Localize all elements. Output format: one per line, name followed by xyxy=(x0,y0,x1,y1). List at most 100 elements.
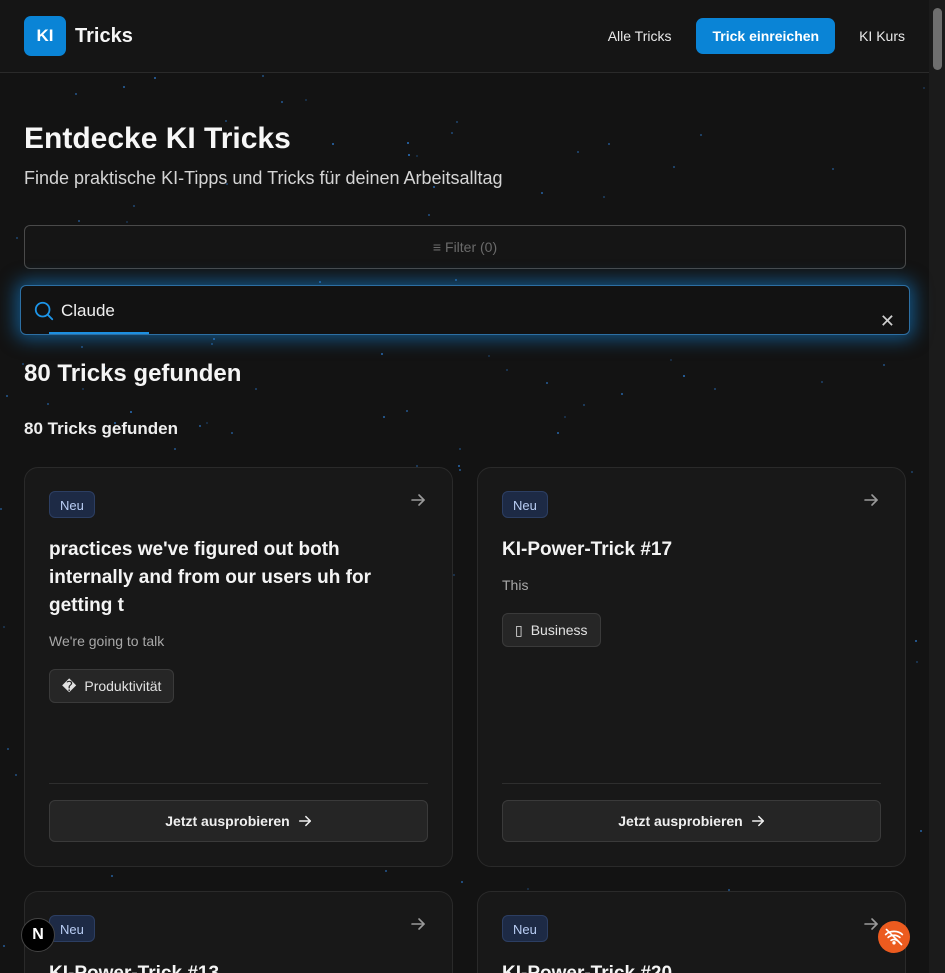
arrow-right-icon[interactable] xyxy=(410,492,426,508)
star-dot xyxy=(673,166,675,168)
trick-card[interactable]: Neu KI-Power-Trick #20 xyxy=(477,891,906,973)
arrow-right-icon[interactable] xyxy=(863,916,879,932)
star-dot xyxy=(506,369,508,371)
star-dot xyxy=(557,432,559,434)
new-badge: Neu xyxy=(49,915,95,942)
trick-card[interactable]: Neu KI-Power-Trick #13 xyxy=(24,891,453,973)
star-dot xyxy=(583,404,585,406)
star-dot xyxy=(130,411,132,413)
main-nav: Alle Tricks Trick einreichen KI Kurs xyxy=(608,18,905,54)
try-now-label: Jetzt ausprobieren xyxy=(618,813,743,829)
card-title[interactable]: KI-Power-Trick #20 xyxy=(502,960,882,973)
search-box[interactable]: ✕ xyxy=(20,285,910,335)
star-dot xyxy=(670,359,672,361)
star-dot xyxy=(700,134,702,136)
star-dot xyxy=(541,192,543,194)
star-dot xyxy=(231,432,233,434)
filter-label: Filter (0) xyxy=(445,239,498,255)
star-dot xyxy=(126,221,128,223)
brand-name[interactable]: Tricks xyxy=(75,25,133,48)
star-dot xyxy=(305,99,307,101)
arrow-right-icon[interactable] xyxy=(410,916,426,932)
star-dot xyxy=(3,626,5,628)
star-dot xyxy=(459,448,461,450)
star-dot xyxy=(15,774,17,776)
star-dot xyxy=(332,143,334,145)
card-title[interactable]: practices we've figured out both interna… xyxy=(49,536,429,620)
star-dot xyxy=(683,375,685,377)
search-icon xyxy=(34,301,54,321)
top-navbar: KI Tricks Alle Tricks Trick einreichen K… xyxy=(0,0,929,73)
star-dot xyxy=(603,196,605,198)
card-title[interactable]: KI-Power-Trick #13 xyxy=(49,960,429,973)
star-dot xyxy=(255,388,257,390)
star-dot xyxy=(154,77,156,79)
filter-button[interactable]: ≡ Filter (0) xyxy=(24,225,906,269)
scrollbar-thumb[interactable] xyxy=(933,8,942,70)
star-dot xyxy=(456,121,458,123)
card-title[interactable]: KI-Power-Trick #17 xyxy=(502,536,882,564)
star-dot xyxy=(199,425,201,427)
star-dot xyxy=(383,416,385,418)
results-count-subheading: 80 Tricks gefunden xyxy=(24,419,178,438)
trick-card[interactable]: Neu KI-Power-Trick #17 This ▯ Business J… xyxy=(477,467,906,867)
star-dot xyxy=(416,155,418,157)
page-scrollbar[interactable] xyxy=(929,0,945,973)
category-label: Produktivität xyxy=(84,678,162,694)
star-dot xyxy=(211,343,213,345)
star-dot xyxy=(564,416,566,418)
card-divider xyxy=(502,783,881,784)
arrow-right-icon xyxy=(298,815,311,827)
star-dot xyxy=(213,338,215,340)
star-dot xyxy=(281,101,283,103)
arrow-right-icon[interactable] xyxy=(863,492,879,508)
page-subtitle: Finde praktische KI-Tipps und Tricks für… xyxy=(24,168,503,188)
star-dot xyxy=(262,75,264,77)
star-dot xyxy=(0,508,2,510)
star-dot xyxy=(408,154,410,156)
star-dot xyxy=(111,875,113,877)
star-dot xyxy=(832,168,834,170)
try-now-button[interactable]: Jetzt ausprobieren xyxy=(502,800,881,842)
search-focus-underline xyxy=(49,332,149,334)
star-dot xyxy=(75,93,77,95)
search-input[interactable] xyxy=(61,294,841,328)
category-icon: ▯ xyxy=(515,621,523,638)
star-dot xyxy=(821,381,823,383)
brand[interactable]: KI Tricks xyxy=(24,16,133,56)
nextjs-dev-indicator[interactable]: N xyxy=(21,918,55,952)
filter-lines-icon: ≡ xyxy=(432,239,442,255)
star-dot xyxy=(451,132,453,134)
try-now-button[interactable]: Jetzt ausprobieren xyxy=(49,800,428,842)
submit-trick-button[interactable]: Trick einreichen xyxy=(696,18,836,54)
results-count-heading: 80 Tricks gefunden xyxy=(24,360,242,387)
card-description: This xyxy=(502,577,529,593)
star-dot xyxy=(455,279,457,281)
star-dot xyxy=(428,214,430,216)
category-icon: � xyxy=(62,677,77,694)
star-dot xyxy=(923,87,925,89)
category-tag[interactable]: � Produktivität xyxy=(49,669,175,703)
offline-wifi-icon[interactable] xyxy=(878,921,910,953)
star-dot xyxy=(16,237,18,239)
star-dot xyxy=(883,364,885,366)
star-dot xyxy=(319,281,321,283)
star-dot xyxy=(3,945,5,947)
star-dot xyxy=(458,465,460,467)
star-dot xyxy=(123,86,125,88)
star-dot xyxy=(916,661,918,663)
star-dot xyxy=(7,748,9,750)
category-tag[interactable]: ▯ Business xyxy=(502,613,601,647)
try-now-label: Jetzt ausprobieren xyxy=(165,813,290,829)
brand-logo[interactable]: KI xyxy=(24,16,66,56)
clear-search-icon[interactable]: ✕ xyxy=(880,312,895,330)
star-dot xyxy=(527,888,529,890)
star-dot xyxy=(577,151,579,153)
nav-link-all-tricks[interactable]: Alle Tricks xyxy=(608,28,672,44)
star-dot xyxy=(911,471,913,473)
star-dot xyxy=(406,410,408,412)
nav-link-ki-kurs[interactable]: KI Kurs xyxy=(859,28,905,44)
star-dot xyxy=(488,355,490,357)
star-dot xyxy=(206,422,208,424)
trick-card[interactable]: Neu practices we've figured out both int… xyxy=(24,467,453,867)
